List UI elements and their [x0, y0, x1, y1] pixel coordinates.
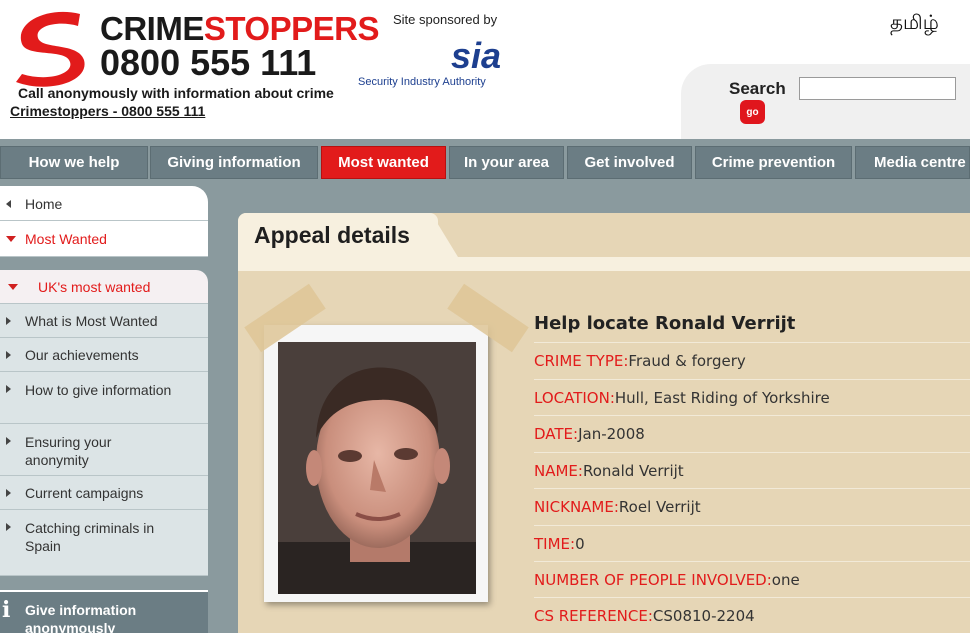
- detail-value: one: [771, 570, 800, 589]
- detail-label: CS REFERENCE:: [534, 606, 653, 625]
- detail-row-crime-type: CRIME TYPE: Fraud & forgery: [534, 342, 970, 378]
- info-icon: i: [2, 597, 11, 623]
- detail-value: Roel Verrijt: [618, 497, 701, 516]
- tab-get-involved[interactable]: Get involved: [567, 146, 692, 179]
- site-header: CRIMESTOPPERS 0800 555 111 Call anonymou…: [0, 0, 970, 139]
- sidebar-item-label: What is Most Wanted: [25, 313, 158, 329]
- detail-row-nickname: NICKNAME: Roel Verrijt: [534, 488, 970, 524]
- detail-value: Jan-2008: [578, 424, 645, 443]
- give-information-anonymously-button[interactable]: i Give information anonymously: [0, 590, 208, 633]
- chevron-right-icon: [6, 351, 11, 359]
- chevron-right-icon: [6, 523, 11, 531]
- detail-row-cs-reference: CS REFERENCE: CS0810-2204: [534, 597, 970, 633]
- sidebar-item-label: Home: [25, 196, 63, 212]
- tab-media-centre[interactable]: Media centre: [855, 146, 970, 179]
- detail-row-name: NAME: Ronald Verrijt: [534, 452, 970, 488]
- detail-row-date: DATE: Jan-2008: [534, 415, 970, 451]
- chevron-right-icon: [6, 437, 11, 445]
- detail-label: TIME:: [534, 534, 576, 553]
- search-panel: Search go: [681, 64, 970, 139]
- sidebar-item-catching-criminals-in-spain[interactable]: Catching criminals in Spain: [0, 510, 208, 576]
- svg-text:sia: sia: [451, 35, 501, 74]
- search-go-button[interactable]: go: [740, 100, 765, 124]
- sponsor-label: Site sponsored by: [393, 12, 498, 27]
- sidebar-divider: [0, 257, 208, 270]
- chevron-left-icon: [6, 200, 11, 208]
- detail-value: Hull, East Riding of Yorkshire: [614, 388, 830, 407]
- tab-how-we-help[interactable]: How we help: [0, 146, 148, 179]
- sidebar-item-how-to-give-information[interactable]: How to give information: [0, 372, 208, 424]
- sidebar-item-uks-most-wanted[interactable]: UK's most wanted: [0, 270, 208, 304]
- detail-row-location: LOCATION: Hull, East Riding of Yorkshire: [534, 379, 970, 415]
- sidebar-item-label: Ensuring your anonymity: [25, 434, 112, 468]
- sidebar-item-home[interactable]: Home: [0, 186, 208, 221]
- sia-logo-icon[interactable]: sia: [448, 30, 504, 74]
- chevron-right-icon: [6, 317, 11, 325]
- appeal-heading: Help locate Ronald Verrijt: [534, 313, 796, 334]
- sidebar-item-label: How to give information: [25, 382, 172, 398]
- chevron-right-icon: [6, 385, 11, 393]
- sidebar-item-what-is-most-wanted[interactable]: What is Most Wanted: [0, 304, 208, 338]
- sidebar-item-most-wanted[interactable]: Most Wanted: [0, 221, 208, 257]
- sidebar-item-label: Most Wanted: [25, 231, 107, 247]
- home-link[interactable]: Crimestoppers - 0800 555 111: [10, 103, 205, 119]
- detail-label: NICKNAME:: [534, 497, 619, 516]
- chevron-down-icon: [8, 284, 18, 290]
- appeal-panel-strip: [238, 257, 970, 271]
- sponsor-name: Security Industry Authority: [358, 76, 486, 88]
- detail-value: Fraud & forgery: [628, 351, 746, 370]
- detail-label: NAME:: [534, 461, 583, 480]
- tab-most-wanted[interactable]: Most wanted: [321, 146, 446, 179]
- appeal-tab-edge: [436, 221, 458, 257]
- logo-tagline: Call anonymously with information about …: [18, 85, 334, 101]
- suspect-photo: [278, 342, 476, 594]
- chevron-right-icon: [6, 489, 11, 497]
- detail-row-number-of-people: NUMBER OF PEOPLE INVOLVED: one: [534, 561, 970, 597]
- detail-value: CS0810-2204: [652, 606, 755, 625]
- sidebar-item-label: Our achievements: [25, 347, 139, 363]
- page-title: Appeal details: [254, 222, 410, 248]
- detail-label: CRIME TYPE:: [534, 351, 629, 370]
- give-information-label: Give information anonymously: [25, 602, 137, 633]
- detail-value: 0: [575, 534, 585, 553]
- sidebar-item-current-campaigns[interactable]: Current campaigns: [0, 476, 208, 510]
- detail-label: DATE:: [534, 424, 579, 443]
- tab-giving-information[interactable]: Giving information: [150, 146, 318, 179]
- chevron-down-icon: [6, 236, 16, 242]
- detail-label: LOCATION:: [534, 388, 615, 407]
- sidebar-item-label: Catching criminals in Spain: [25, 520, 155, 554]
- tab-crime-prevention[interactable]: Crime prevention: [695, 146, 852, 179]
- sidebar: Home Most Wanted UK's most wanted What i…: [0, 186, 208, 633]
- sidebar-item-our-achievements[interactable]: Our achievements: [0, 338, 208, 372]
- sidebar-item-ensuring-your-anonymity[interactable]: Ensuring your anonymity: [0, 424, 208, 476]
- main-nav: How we help Giving information Most want…: [0, 139, 970, 186]
- detail-value: Ronald Verrijt: [582, 461, 684, 480]
- detail-label: NUMBER OF PEOPLE INVOLVED:: [534, 570, 772, 589]
- sidebar-item-label: Current campaigns: [25, 485, 144, 501]
- crimestoppers-logo-icon[interactable]: [8, 8, 96, 88]
- logo-phone-number: 0800 555 111: [100, 42, 317, 83]
- tab-in-your-area[interactable]: In your area: [449, 146, 564, 179]
- search-input[interactable]: [799, 77, 956, 100]
- sidebar-item-label: UK's most wanted: [38, 279, 151, 295]
- search-label: Search: [729, 79, 786, 98]
- tamil-language-link[interactable]: தமிழ்: [890, 12, 939, 37]
- detail-row-time: TIME: 0: [534, 525, 970, 561]
